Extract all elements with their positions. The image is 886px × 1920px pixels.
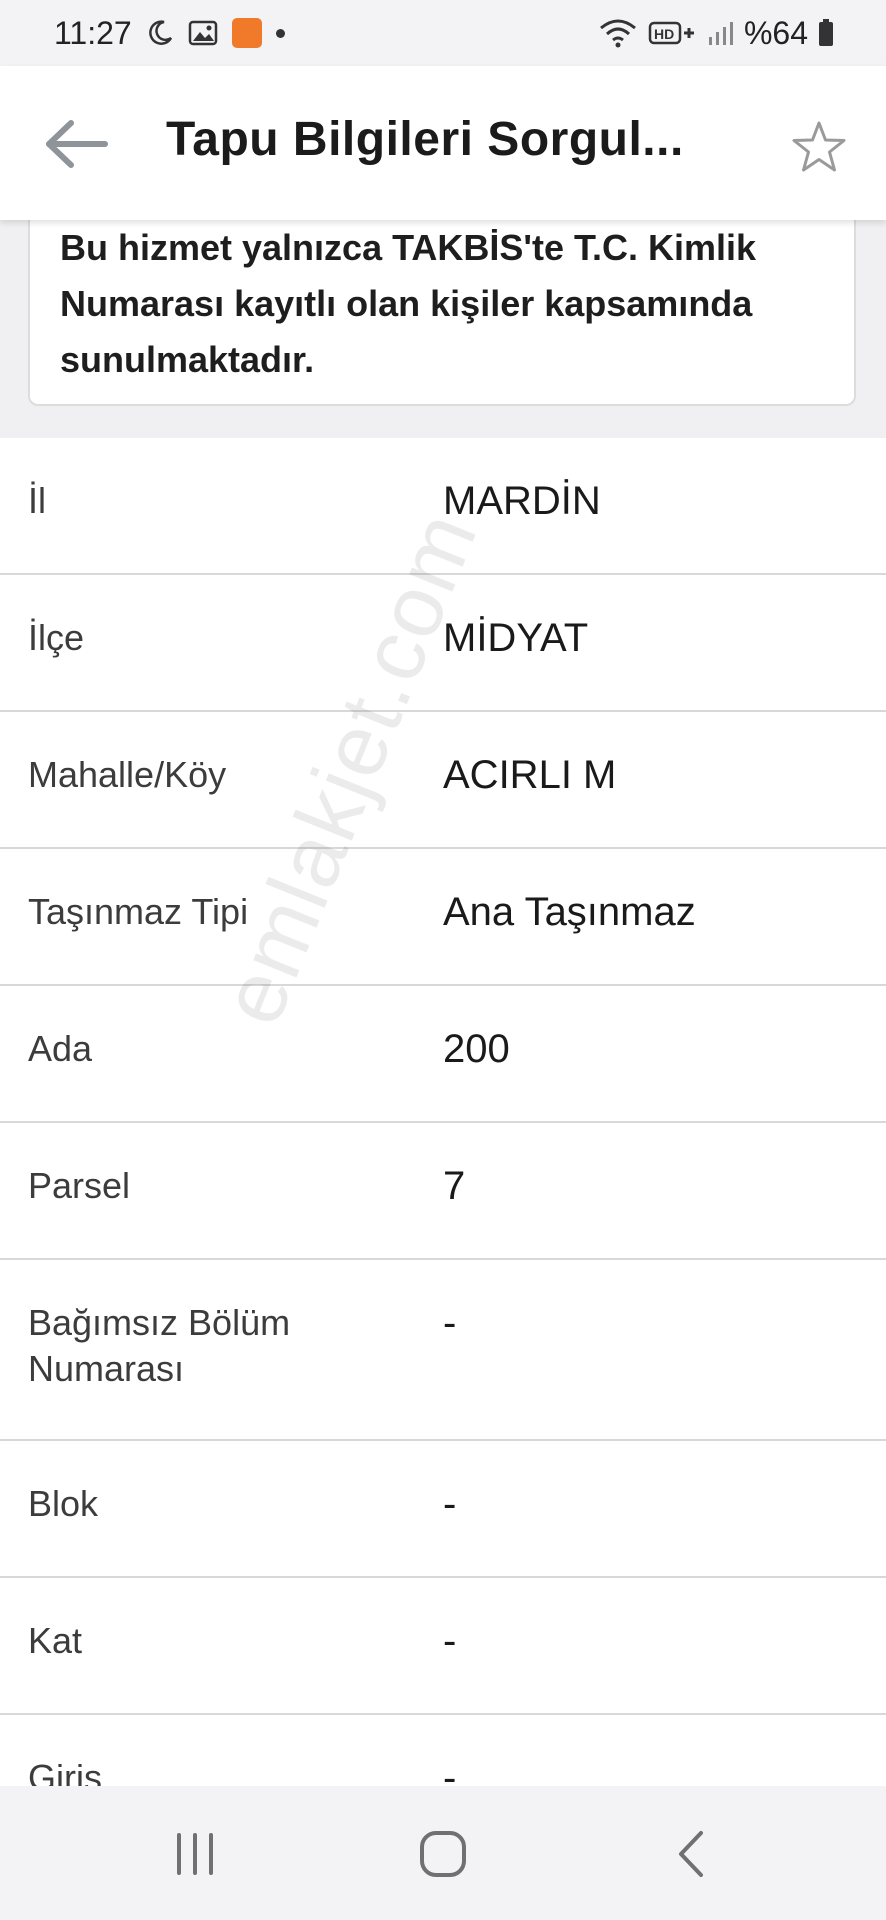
- list-item: Ada 200: [0, 986, 886, 1123]
- list-item: Mahalle/Köy ACIRLI M: [0, 712, 886, 849]
- status-bar: 11:27 HD %64: [0, 0, 886, 66]
- list-item: Kat -: [0, 1578, 886, 1715]
- row-value: -: [443, 1619, 457, 1663]
- status-time: 11:27: [54, 14, 132, 51]
- back-icon[interactable]: [646, 1816, 736, 1892]
- list-item: Bağımsız Bölüm Numarası -: [0, 1260, 886, 1441]
- list-item: Parsel 7: [0, 1123, 886, 1260]
- page-title: Tapu Bilgileri Sorgul...: [166, 113, 684, 166]
- row-label: Bağımsız Bölüm Numarası: [28, 1302, 291, 1389]
- row-value: -: [443, 1482, 457, 1526]
- row-value: -: [443, 1301, 457, 1345]
- row-label: Ada: [28, 1028, 93, 1069]
- notice-card: Bu hizmet yalnızca TAKBİS'te T.C. Kimlik…: [28, 220, 856, 406]
- star-outline-icon[interactable]: [790, 118, 848, 176]
- dot-icon: [275, 28, 285, 38]
- app-notification-icon: [231, 18, 262, 48]
- row-value: MİDYAT: [443, 616, 589, 660]
- row-value: Ana Taşınmaz: [443, 890, 696, 934]
- gallery-icon: [188, 19, 218, 47]
- row-value: 200: [443, 1027, 510, 1071]
- row-label: Kat: [28, 1620, 83, 1661]
- row-label: Blok: [28, 1483, 99, 1524]
- row-label: Parsel: [28, 1165, 131, 1206]
- battery-percent: %64: [743, 14, 808, 51]
- row-label: İl: [28, 480, 46, 521]
- back-arrow-icon[interactable]: [44, 116, 110, 172]
- navigation-bar: [0, 1786, 886, 1920]
- signal-icon: [706, 19, 734, 47]
- home-icon[interactable]: [398, 1816, 488, 1892]
- row-value: 7: [443, 1164, 466, 1208]
- wifi-icon: [598, 18, 638, 48]
- hd-plus-icon: HD: [648, 18, 696, 48]
- app-bar: Tapu Bilgileri Sorgul...: [0, 66, 886, 220]
- moon-icon: [146, 19, 174, 47]
- svg-text:HD: HD: [654, 26, 674, 42]
- row-value: MARDİN: [443, 479, 601, 523]
- list-item: Blok -: [0, 1441, 886, 1578]
- list-item: Taşınmaz Tipi Ana Taşınmaz: [0, 849, 886, 986]
- recent-apps-icon[interactable]: [150, 1816, 240, 1892]
- notice-text: Bu hizmet yalnızca TAKBİS'te T.C. Kimlik…: [60, 227, 757, 380]
- battery-icon: [818, 18, 834, 48]
- row-value: ACIRLI M: [443, 753, 617, 797]
